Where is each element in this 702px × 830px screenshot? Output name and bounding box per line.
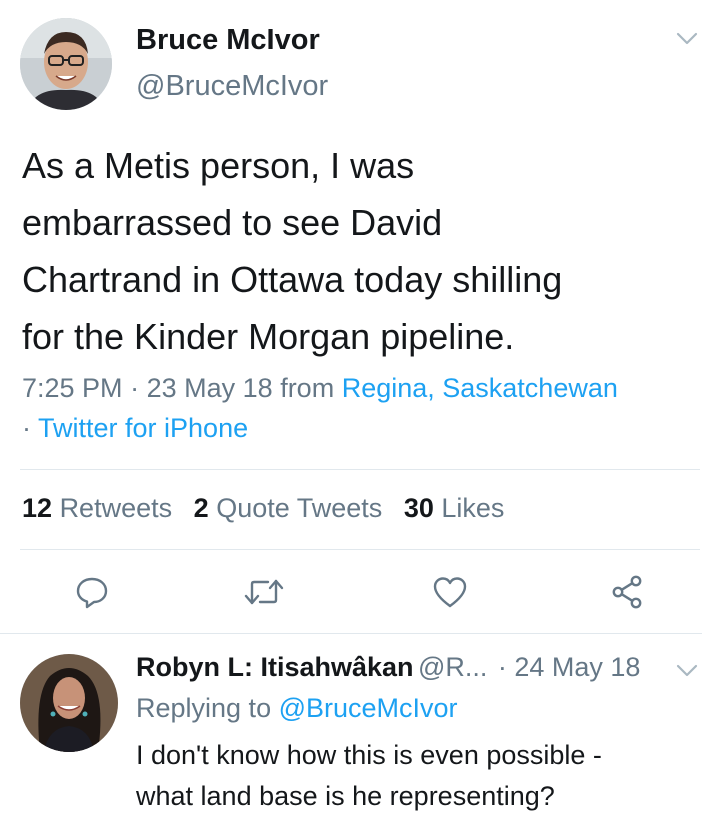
tweet-text-line: As a Metis person, I was bbox=[22, 145, 415, 186]
tweet-source-link[interactable]: Twitter for iPhone bbox=[38, 413, 248, 443]
divider bbox=[20, 549, 700, 550]
meta-separator: · bbox=[22, 413, 31, 443]
chevron-down-icon[interactable] bbox=[676, 32, 698, 46]
likes-label: Likes bbox=[441, 493, 505, 523]
reply-date[interactable]: · 24 May 18 bbox=[498, 652, 641, 682]
reply-text-line: I don't know how this is even possible - bbox=[136, 740, 602, 770]
likes-count: 30 bbox=[403, 493, 434, 523]
reply-author-avatar-image bbox=[20, 654, 118, 752]
reply-chevron-down-icon[interactable] bbox=[676, 664, 698, 678]
quotes-count: 2 bbox=[193, 493, 209, 523]
likes-stat[interactable]: 30 Likes bbox=[404, 493, 505, 523]
divider bbox=[0, 633, 702, 634]
author-avatar-image bbox=[20, 18, 112, 110]
quotes-label: Quote Tweets bbox=[216, 493, 383, 523]
retweets-count: 12 bbox=[22, 493, 53, 523]
reply-text: I don't know how this is even possible -… bbox=[136, 735, 696, 817]
retweet-icon[interactable] bbox=[244, 575, 284, 609]
tweet-meta: 7:25 PM · 23 May 18 from Regina, Saskatc… bbox=[22, 368, 697, 448]
tweet-date[interactable]: 23 May 18 bbox=[147, 373, 273, 403]
retweets-label: Retweets bbox=[59, 493, 173, 523]
author-handle[interactable]: @BruceMcIvor bbox=[136, 70, 328, 103]
author-name[interactable]: Bruce McIvor bbox=[136, 24, 320, 57]
tweet-text-line: Chartrand in Ottawa today shilling bbox=[22, 259, 563, 300]
reply-author-avatar[interactable] bbox=[20, 654, 118, 752]
meta-separator: · bbox=[130, 373, 140, 403]
tweet-text-line: embarrassed to see David bbox=[22, 202, 443, 243]
reply-author-handle[interactable]: @R... bbox=[418, 652, 487, 682]
tweet-time[interactable]: 7:25 PM bbox=[22, 373, 123, 403]
author-avatar[interactable] bbox=[20, 18, 112, 110]
retweets-stat[interactable]: 12 Retweets bbox=[22, 493, 172, 523]
reply-author-name[interactable]: Robyn L: Itisahwâkan bbox=[136, 652, 414, 682]
replying-to-handle[interactable]: @BruceMcIvor bbox=[279, 693, 458, 723]
quotes-stat[interactable]: 2 Quote Tweets bbox=[194, 493, 383, 523]
replying-to-line: Replying to @BruceMcIvor bbox=[136, 693, 458, 724]
tweet-meta-line-2: · Twitter for iPhone bbox=[22, 408, 697, 448]
replying-to-label: Replying to bbox=[136, 693, 272, 723]
tweet-meta-line-1: 7:25 PM · 23 May 18 from Regina, Saskatc… bbox=[22, 368, 697, 408]
tweet-location-link[interactable]: Regina, Saskatchewan bbox=[342, 373, 618, 403]
tweet-stats: 12 Retweets 2 Quote Tweets 30 Likes bbox=[22, 493, 504, 524]
share-icon[interactable] bbox=[610, 575, 646, 609]
tweet-text: As a Metis person, I was embarrassed to … bbox=[22, 137, 692, 365]
reply-icon[interactable] bbox=[75, 575, 109, 609]
reply-header: Robyn L: Itisahwâkan @R... · 24 May 18 bbox=[136, 652, 640, 683]
reply-text-line: what land base is he representing? bbox=[136, 781, 555, 811]
tweet-text-line: for the Kinder Morgan pipeline. bbox=[22, 316, 515, 357]
divider bbox=[20, 469, 700, 470]
like-icon[interactable] bbox=[432, 575, 468, 609]
from-label: from bbox=[280, 373, 335, 403]
